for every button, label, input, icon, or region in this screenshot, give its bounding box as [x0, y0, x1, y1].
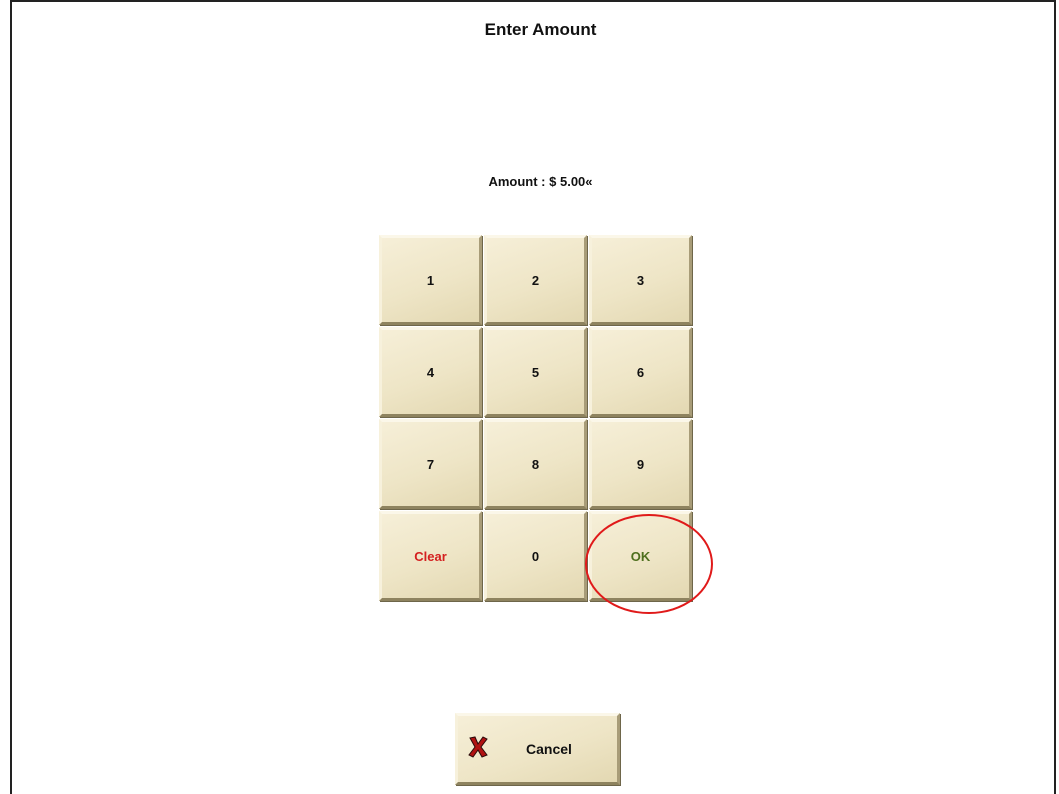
- key-7[interactable]: 7: [379, 419, 482, 509]
- numeric-keypad: 1 2 3 4 5 6 7 8 9 Clear 0 OK: [379, 235, 697, 603]
- x-mark-icon: [468, 736, 488, 758]
- key-3[interactable]: 3: [589, 235, 692, 325]
- key-8[interactable]: 8: [484, 419, 587, 509]
- key-0[interactable]: 0: [484, 511, 587, 601]
- key-6[interactable]: 6: [589, 327, 692, 417]
- cancel-label: Cancel: [526, 741, 572, 757]
- key-4[interactable]: 4: [379, 327, 482, 417]
- cancel-button[interactable]: Cancel: [455, 713, 620, 785]
- key-2[interactable]: 2: [484, 235, 587, 325]
- amount-value: $ 5.00«: [549, 174, 593, 189]
- clear-button[interactable]: Clear: [379, 511, 482, 601]
- amount-display: Amount : $ 5.00«: [0, 174, 1059, 189]
- ok-button[interactable]: OK: [589, 511, 692, 601]
- key-1[interactable]: 1: [379, 235, 482, 325]
- amount-label: Amount :: [488, 174, 546, 189]
- key-5[interactable]: 5: [484, 327, 587, 417]
- key-9[interactable]: 9: [589, 419, 692, 509]
- dialog-title: Enter Amount: [484, 20, 597, 39]
